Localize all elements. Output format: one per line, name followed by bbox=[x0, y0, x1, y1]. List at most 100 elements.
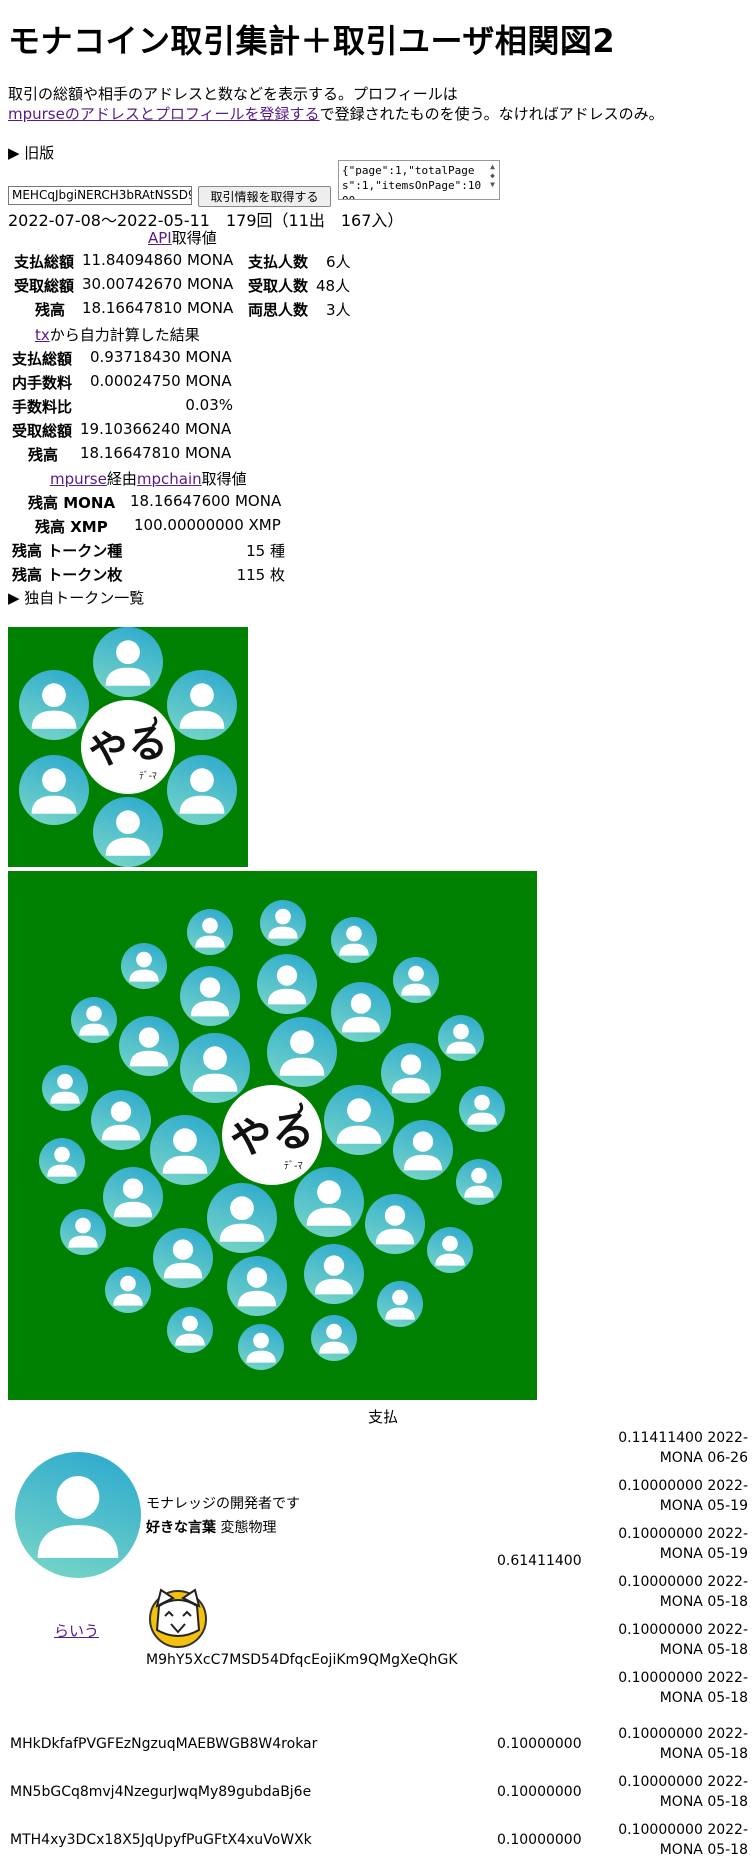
entry-unit-date: MONA 05-18 bbox=[659, 1594, 748, 1610]
mp-heading: mpurse経由mpchain取得値 bbox=[50, 468, 247, 489]
user-avatar[interactable] bbox=[166, 669, 237, 740]
user-avatar[interactable] bbox=[19, 754, 90, 825]
user-avatar[interactable] bbox=[437, 1015, 484, 1062]
svg-text:やる: やる bbox=[86, 719, 171, 776]
mp-val-token-count: 115 枚 bbox=[236, 566, 285, 584]
user-avatar[interactable] bbox=[90, 1089, 151, 1150]
api-val-mutual-count: 3人 bbox=[326, 301, 351, 319]
json-textarea[interactable]: {"page":1,"totalPages":1,"itemsOnPage":1… bbox=[338, 160, 500, 200]
tx-val-pay-total: 0.93718430 MONA bbox=[90, 348, 232, 366]
user-avatar[interactable] bbox=[186, 909, 233, 956]
user-avatar[interactable] bbox=[427, 1227, 474, 1274]
entry-amount-year: 0.10000000 2022- bbox=[618, 1526, 748, 1542]
api-val-pay-count: 6人 bbox=[326, 253, 351, 271]
user-avatar[interactable] bbox=[166, 1307, 213, 1354]
user-avatar[interactable] bbox=[226, 1256, 287, 1317]
user-avatar[interactable] bbox=[393, 956, 440, 1003]
api-link[interactable]: API bbox=[148, 229, 172, 247]
user-avatar[interactable] bbox=[259, 900, 306, 947]
row-address: MN5bGCq8mvj4NzegurJwqMy89gubdaBj6e bbox=[10, 1784, 312, 1800]
row-total: 0.10000000 bbox=[497, 1832, 582, 1848]
user-avatar[interactable] bbox=[459, 1085, 506, 1132]
user-avatar[interactable] bbox=[118, 1016, 179, 1077]
tx-key-fee-ratio: 手数料比 bbox=[12, 398, 73, 416]
user-avatar[interactable] bbox=[311, 1314, 358, 1361]
mp-val-mona: 18.16647600 MONA bbox=[130, 492, 282, 510]
mpurse-link[interactable]: mpurse bbox=[50, 470, 107, 488]
entry-amount-year: 0.10000000 2022- bbox=[618, 1622, 748, 1638]
svg-text:ﾃﾞ-ﾏ: ﾃﾞ-ﾏ bbox=[139, 771, 157, 782]
svg-text:やる: やる bbox=[227, 1104, 317, 1164]
user-avatar[interactable] bbox=[179, 966, 240, 1027]
center-logo: やる ﾃﾞ-ﾏ bbox=[81, 700, 175, 794]
user-avatar[interactable] bbox=[267, 1017, 338, 1088]
user-avatar[interactable] bbox=[93, 797, 163, 867]
api-key-recv-count: 受取人数 bbox=[248, 277, 309, 295]
token-list-toggle[interactable]: ▶ 独自トークン一覧 bbox=[8, 587, 144, 608]
row-unit-date: MONA 05-18 bbox=[659, 1794, 748, 1810]
user-avatar[interactable] bbox=[93, 627, 163, 697]
svg-text:ﾃﾞ-ﾏ: ﾃﾞ-ﾏ bbox=[284, 1160, 303, 1172]
user-avatar[interactable] bbox=[304, 1243, 365, 1304]
mpurse-register-link[interactable]: mpurseのアドレスとプロフィールを登録する bbox=[8, 105, 320, 123]
user-avatar[interactable] bbox=[153, 1228, 214, 1289]
user-avatar[interactable] bbox=[70, 996, 117, 1043]
api-val-pay-total: 11.84094860 MONA bbox=[82, 251, 234, 269]
user-avatar[interactable] bbox=[206, 1182, 277, 1253]
payee-total: 0.61411400 bbox=[497, 1553, 582, 1569]
api-key-pay-total: 支払総額 bbox=[14, 253, 75, 271]
mpchain-link[interactable]: mpchain bbox=[137, 470, 202, 488]
user-avatar[interactable] bbox=[257, 953, 318, 1014]
mp-val-token-types: 15 種 bbox=[246, 542, 285, 560]
tx-heading: txから自力計算した結果 bbox=[35, 324, 200, 345]
entry-unit-date: MONA 05-18 bbox=[659, 1690, 748, 1706]
payee-name-link[interactable]: らいう bbox=[54, 1622, 99, 1640]
user-avatar[interactable] bbox=[19, 669, 90, 740]
tx-heading-suffix: から自力計算した結果 bbox=[49, 326, 200, 344]
user-avatar[interactable] bbox=[238, 1323, 285, 1370]
user-avatar[interactable] bbox=[103, 1167, 164, 1228]
textarea-scrollbar[interactable]: ▲ ◆ ▼ bbox=[487, 162, 498, 198]
entry-amount-year: 0.11411400 2022- bbox=[618, 1430, 748, 1446]
row-address: MHkDkfafPVGFEzNgzuqMAEBWGB8W4rokar bbox=[10, 1736, 318, 1752]
intro-text: 取引の総額や相手のアドレスと数などを表示する。プロフィールは mpurseのアド… bbox=[8, 84, 664, 124]
tx-link[interactable]: tx bbox=[35, 326, 50, 344]
user-avatar[interactable] bbox=[380, 1042, 441, 1103]
api-key-recv-total: 受取総額 bbox=[14, 277, 75, 295]
user-avatar[interactable] bbox=[455, 1159, 502, 1206]
user-avatar[interactable] bbox=[330, 981, 391, 1042]
entry-unit-date: MONA 05-19 bbox=[659, 1498, 748, 1514]
user-avatar[interactable] bbox=[331, 916, 378, 963]
payee-bio: モナレッジの開発者です bbox=[146, 1496, 300, 1512]
tx-key-fee: 内手数料 bbox=[12, 374, 73, 392]
user-avatar[interactable] bbox=[376, 1281, 423, 1327]
user-avatar[interactable] bbox=[38, 1138, 85, 1185]
row-total: 0.10000000 bbox=[497, 1784, 582, 1800]
mp-key-token-count: 残高 トークン枚 bbox=[12, 566, 123, 584]
payment-graph: やる ﾃﾞ-ﾏ bbox=[8, 627, 248, 867]
api-heading-suffix: 取得値 bbox=[171, 229, 217, 247]
intro-line2: で登録されたものを使う。なければアドレスのみ。 bbox=[319, 105, 664, 123]
entry-unit-date: MONA 06-26 bbox=[659, 1450, 748, 1466]
old-version-toggle[interactable]: ▶ 旧版 bbox=[8, 142, 54, 163]
row-unit-date: MONA 05-18 bbox=[659, 1842, 748, 1858]
user-avatar[interactable] bbox=[365, 1193, 426, 1254]
user-avatar[interactable] bbox=[104, 1267, 151, 1314]
user-avatar[interactable] bbox=[293, 1167, 364, 1238]
mp-heading-suffix: 取得値 bbox=[201, 470, 247, 488]
user-avatar[interactable] bbox=[393, 1120, 454, 1181]
user-avatar[interactable] bbox=[180, 1032, 251, 1103]
page-title: モナコイン取引集計＋取引ユーザ相関図2 bbox=[8, 22, 616, 60]
user-avatar[interactable] bbox=[60, 1208, 107, 1255]
address-input[interactable]: MEHCqJbgiNERCH3bRAtNSSD9uxPViEX1nu bbox=[8, 186, 192, 205]
user-avatar[interactable] bbox=[166, 754, 237, 825]
payee-fav-value: 変態物理 bbox=[220, 1520, 277, 1536]
user-avatar[interactable] bbox=[323, 1084, 394, 1155]
intro-line1: 取引の総額や相手のアドレスと数などを表示する。プロフィールは bbox=[8, 85, 458, 103]
fetch-button[interactable]: 取引情報を取得する bbox=[198, 186, 331, 207]
user-avatar[interactable] bbox=[121, 942, 168, 989]
user-avatar[interactable] bbox=[150, 1115, 221, 1186]
row-amount-year: 0.10000000 2022- bbox=[618, 1726, 748, 1742]
tx-val-fee: 0.00024750 MONA bbox=[90, 372, 232, 390]
user-avatar[interactable] bbox=[42, 1064, 89, 1111]
